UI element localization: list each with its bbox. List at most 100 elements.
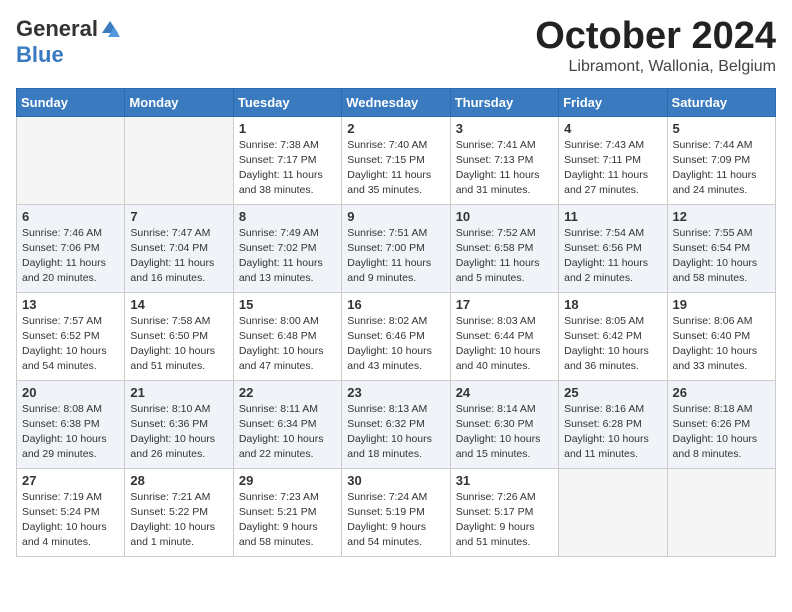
day-info: Sunrise: 7:46 AMSunset: 7:06 PMDaylight:… xyxy=(22,226,119,287)
empty-cell xyxy=(559,468,667,556)
day-info: Sunrise: 7:54 AMSunset: 6:56 PMDaylight:… xyxy=(564,226,661,287)
day-cell-23: 23Sunrise: 8:13 AMSunset: 6:32 PMDayligh… xyxy=(342,380,450,468)
day-info: Sunrise: 7:21 AMSunset: 5:22 PMDaylight:… xyxy=(130,490,227,551)
calendar-week-row: 1 Sunrise: 7:38 AMSunset: 7:17 PMDaylight… xyxy=(17,116,776,204)
day-number: 30 xyxy=(347,473,444,488)
day-cell-5: 5 Sunrise: 7:44 AMSunset: 7:09 PMDaylight… xyxy=(667,116,775,204)
day-number: 13 xyxy=(22,297,119,312)
day-info: Sunrise: 8:14 AMSunset: 6:30 PMDaylight:… xyxy=(456,402,553,463)
col-header-friday: Friday xyxy=(559,88,667,116)
day-number: 12 xyxy=(673,209,770,224)
day-info: Sunrise: 7:26 AMSunset: 5:17 PMDaylight:… xyxy=(456,490,553,551)
day-number: 9 xyxy=(347,209,444,224)
col-header-thursday: Thursday xyxy=(450,88,558,116)
day-info: Sunrise: 8:02 AMSunset: 6:46 PMDaylight:… xyxy=(347,314,444,375)
col-header-tuesday: Tuesday xyxy=(233,88,341,116)
day-info: Sunrise: 8:16 AMSunset: 6:28 PMDaylight:… xyxy=(564,402,661,463)
day-info: Sunrise: 7:23 AMSunset: 5:21 PMDaylight:… xyxy=(239,490,336,551)
empty-cell xyxy=(667,468,775,556)
day-cell-7: 7 Sunrise: 7:47 AMSunset: 7:04 PMDaylight… xyxy=(125,204,233,292)
day-cell-11: 11 Sunrise: 7:54 AMSunset: 6:56 PMDayligh… xyxy=(559,204,667,292)
day-cell-22: 22 Sunrise: 8:11 AMSunset: 6:34 PMDayligh… xyxy=(233,380,341,468)
day-number: 21 xyxy=(130,385,227,400)
day-cell-3: 3 Sunrise: 7:41 AMSunset: 7:13 PMDaylight… xyxy=(450,116,558,204)
day-cell-21: 21 Sunrise: 8:10 AMSunset: 6:36 PMDayligh… xyxy=(125,380,233,468)
col-header-sunday: Sunday xyxy=(17,88,125,116)
day-cell-25: 25 Sunrise: 8:16 AMSunset: 6:28 PMDayligh… xyxy=(559,380,667,468)
calendar-week-row: 13Sunrise: 7:57 AMSunset: 6:52 PMDayligh… xyxy=(17,292,776,380)
day-number: 14 xyxy=(130,297,227,312)
col-header-wednesday: Wednesday xyxy=(342,88,450,116)
day-info: Sunrise: 8:03 AMSunset: 6:44 PMDaylight:… xyxy=(456,314,553,375)
day-cell-20: 20 Sunrise: 8:08 AMSunset: 6:38 PMDayligh… xyxy=(17,380,125,468)
day-number: 28 xyxy=(130,473,227,488)
day-info: Sunrise: 8:05 AMSunset: 6:42 PMDaylight:… xyxy=(564,314,661,375)
day-number: 6 xyxy=(22,209,119,224)
calendar-week-row: 20 Sunrise: 8:08 AMSunset: 6:38 PMDayligh… xyxy=(17,380,776,468)
day-info: Sunrise: 7:24 AMSunset: 5:19 PMDaylight:… xyxy=(347,490,444,551)
day-cell-18: 18Sunrise: 8:05 AMSunset: 6:42 PMDayligh… xyxy=(559,292,667,380)
day-number: 17 xyxy=(456,297,553,312)
day-info: Sunrise: 7:41 AMSunset: 7:13 PMDaylight:… xyxy=(456,138,553,199)
day-info: Sunrise: 7:51 AMSunset: 7:00 PMDaylight:… xyxy=(347,226,444,287)
title-block: October 2024 Libramont, Wallonia, Belgiu… xyxy=(535,16,776,76)
empty-cell xyxy=(125,116,233,204)
day-number: 29 xyxy=(239,473,336,488)
day-number: 20 xyxy=(22,385,119,400)
day-cell-12: 12 Sunrise: 7:55 AMSunset: 6:54 PMDayligh… xyxy=(667,204,775,292)
day-cell-15: 15Sunrise: 8:00 AMSunset: 6:48 PMDayligh… xyxy=(233,292,341,380)
day-cell-30: 30 Sunrise: 7:24 AMSunset: 5:19 PMDayligh… xyxy=(342,468,450,556)
day-number: 31 xyxy=(456,473,553,488)
day-number: 2 xyxy=(347,121,444,136)
day-info: Sunrise: 8:11 AMSunset: 6:34 PMDaylight:… xyxy=(239,402,336,463)
day-info: Sunrise: 8:10 AMSunset: 6:36 PMDaylight:… xyxy=(130,402,227,463)
day-info: Sunrise: 7:47 AMSunset: 7:04 PMDaylight:… xyxy=(130,226,227,287)
day-cell-13: 13Sunrise: 7:57 AMSunset: 6:52 PMDayligh… xyxy=(17,292,125,380)
day-number: 3 xyxy=(456,121,553,136)
location: Libramont, Wallonia, Belgium xyxy=(535,58,776,76)
day-cell-28: 28 Sunrise: 7:21 AMSunset: 5:22 PMDayligh… xyxy=(125,468,233,556)
logo-general-text: General xyxy=(16,16,98,42)
day-info: Sunrise: 7:55 AMSunset: 6:54 PMDaylight:… xyxy=(673,226,770,287)
day-cell-4: 4 Sunrise: 7:43 AMSunset: 7:11 PMDaylight… xyxy=(559,116,667,204)
day-cell-6: 6 Sunrise: 7:46 AMSunset: 7:06 PMDaylight… xyxy=(17,204,125,292)
day-number: 26 xyxy=(673,385,770,400)
calendar-week-row: 27 Sunrise: 7:19 AMSunset: 5:24 PMDayligh… xyxy=(17,468,776,556)
day-number: 23 xyxy=(347,385,444,400)
day-cell-1: 1 Sunrise: 7:38 AMSunset: 7:17 PMDaylight… xyxy=(233,116,341,204)
day-number: 7 xyxy=(130,209,227,224)
day-cell-29: 29 Sunrise: 7:23 AMSunset: 5:21 PMDayligh… xyxy=(233,468,341,556)
day-cell-24: 24 Sunrise: 8:14 AMSunset: 6:30 PMDayligh… xyxy=(450,380,558,468)
day-cell-31: 31 Sunrise: 7:26 AMSunset: 5:17 PMDayligh… xyxy=(450,468,558,556)
logo-icon xyxy=(100,19,120,39)
header-row: SundayMondayTuesdayWednesdayThursdayFrid… xyxy=(17,88,776,116)
page-header: General Blue October 2024 Libramont, Wal… xyxy=(16,16,776,76)
calendar-table: SundayMondayTuesdayWednesdayThursdayFrid… xyxy=(16,88,776,557)
day-number: 27 xyxy=(22,473,119,488)
day-info: Sunrise: 7:43 AMSunset: 7:11 PMDaylight:… xyxy=(564,138,661,199)
day-info: Sunrise: 8:06 AMSunset: 6:40 PMDaylight:… xyxy=(673,314,770,375)
day-info: Sunrise: 7:44 AMSunset: 7:09 PMDaylight:… xyxy=(673,138,770,199)
day-info: Sunrise: 7:38 AMSunset: 7:17 PMDaylight:… xyxy=(239,138,336,199)
day-cell-26: 26 Sunrise: 8:18 AMSunset: 6:26 PMDayligh… xyxy=(667,380,775,468)
day-cell-10: 10Sunrise: 7:52 AMSunset: 6:58 PMDayligh… xyxy=(450,204,558,292)
day-number: 11 xyxy=(564,209,661,224)
day-number: 25 xyxy=(564,385,661,400)
day-number: 22 xyxy=(239,385,336,400)
day-info: Sunrise: 7:19 AMSunset: 5:24 PMDaylight:… xyxy=(22,490,119,551)
logo: General Blue xyxy=(16,16,120,68)
day-number: 5 xyxy=(673,121,770,136)
day-number: 4 xyxy=(564,121,661,136)
day-cell-8: 8Sunrise: 7:49 AMSunset: 7:02 PMDaylight… xyxy=(233,204,341,292)
day-info: Sunrise: 8:18 AMSunset: 6:26 PMDaylight:… xyxy=(673,402,770,463)
day-number: 16 xyxy=(347,297,444,312)
day-info: Sunrise: 7:40 AMSunset: 7:15 PMDaylight:… xyxy=(347,138,444,199)
day-number: 24 xyxy=(456,385,553,400)
day-info: Sunrise: 8:08 AMSunset: 6:38 PMDaylight:… xyxy=(22,402,119,463)
day-cell-19: 19Sunrise: 8:06 AMSunset: 6:40 PMDayligh… xyxy=(667,292,775,380)
day-info: Sunrise: 7:49 AMSunset: 7:02 PMDaylight:… xyxy=(239,226,336,287)
empty-cell xyxy=(17,116,125,204)
day-cell-14: 14Sunrise: 7:58 AMSunset: 6:50 PMDayligh… xyxy=(125,292,233,380)
col-header-saturday: Saturday xyxy=(667,88,775,116)
day-number: 1 xyxy=(239,121,336,136)
